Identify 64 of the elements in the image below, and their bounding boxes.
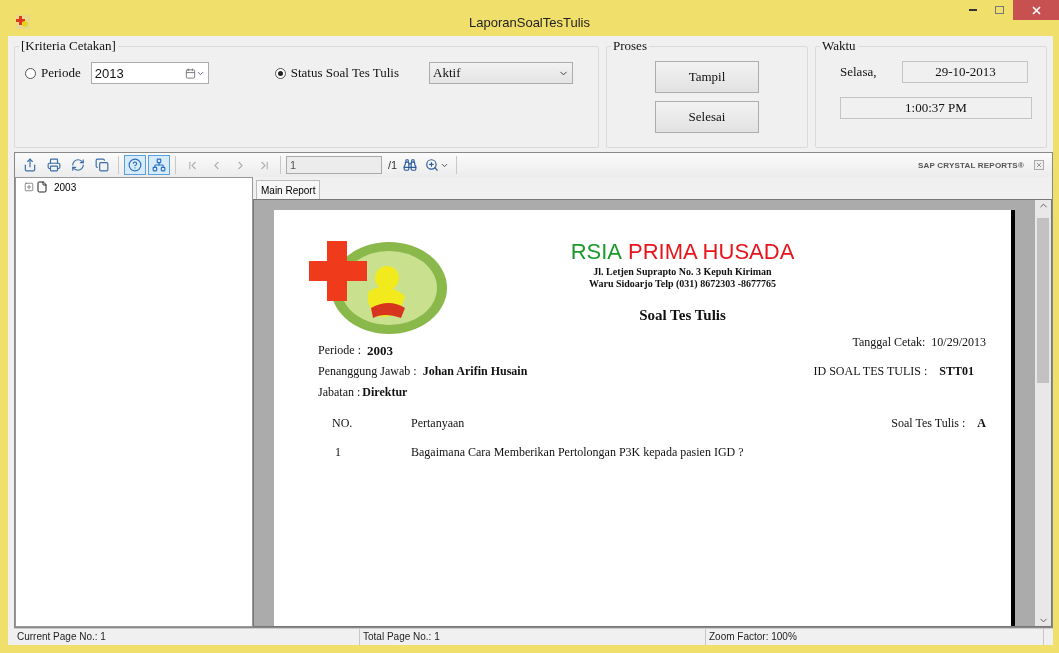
tree-button[interactable] <box>148 155 170 175</box>
app-icon <box>16 15 30 29</box>
group-title: [Kriteria Cetakan] <box>20 38 117 54</box>
refresh-icon <box>71 158 85 172</box>
radio-button[interactable] <box>25 67 36 79</box>
minimize-icon <box>968 9 977 11</box>
status-text: Current Page No.: 1 <box>14 629 360 645</box>
zoom-icon <box>425 158 440 172</box>
table-cell: Bagaimana Cara Memberikan Pertolongan P3K kepada pasien IGD ? <box>411 445 744 460</box>
page-number-field[interactable]: 1 <box>286 156 382 174</box>
group-title: Proses <box>612 38 648 54</box>
help-button[interactable] <box>124 155 146 175</box>
help-icon <box>128 158 142 172</box>
option-label: Status Soal Tes Tulis <box>290 65 400 81</box>
field-label: Jabatan : <box>318 385 361 400</box>
radio-button[interactable] <box>274 67 286 79</box>
printer-icon <box>47 158 61 172</box>
field-label: Soal Tes Tulis : <box>891 416 966 431</box>
vertical-scrollbar[interactable] <box>1035 200 1051 626</box>
address-line: Jl. Letjen Suprapto No. 3 Kepuh Kiriman <box>593 266 772 277</box>
date-field[interactable]: 2013 <box>90 62 209 84</box>
expand-icon[interactable] <box>24 182 34 192</box>
field-value: 10/29/2013 <box>931 335 986 350</box>
brand-name: RSIA <box>570 239 623 265</box>
copy-icon <box>95 158 109 172</box>
close-icon[interactable] <box>1034 160 1044 170</box>
field-label: Periode : <box>318 343 361 358</box>
address-line: Waru Sidoarjo Telp (031) 8672303 -8677765 <box>589 278 776 289</box>
brand-name: PRIMA HUSADA <box>628 239 795 265</box>
maximize-icon <box>995 6 1004 14</box>
action-button[interactable]: Tampil <box>655 61 759 93</box>
action-button[interactable]: Selesai <box>655 101 759 133</box>
status-text: Zoom Factor: 100% <box>706 629 1044 645</box>
report-tab[interactable]: Main Report <box>256 180 321 199</box>
tree-item[interactable]: 2003 <box>54 181 77 193</box>
close-button[interactable] <box>1013 0 1059 20</box>
date-display: 29-10-2013 <box>902 61 1029 83</box>
page-total: /1 <box>388 159 398 171</box>
column-header: NO. <box>332 416 354 431</box>
clock-display: 1:00:37 PM <box>840 97 1032 119</box>
close-icon <box>1031 5 1041 15</box>
status-dropdown[interactable]: Aktif <box>429 62 574 84</box>
table-cell-text: 1 <box>334 445 342 460</box>
binoculars-icon <box>403 158 418 172</box>
calendar-icon <box>184 67 196 79</box>
column-header: Pertanyaan <box>411 416 466 431</box>
field-label: ID SOAL TES TULIS : <box>813 364 928 379</box>
window-title: LaporanSoalTesTulis <box>469 14 590 30</box>
field-label: Tanggal Cetak: <box>852 335 926 350</box>
option-label: Periode <box>41 65 81 81</box>
report-title: Soal Tes Tulis <box>639 307 726 324</box>
tree-icon <box>152 158 166 172</box>
field-value: STT01 <box>939 364 974 379</box>
status-text: Total Page No.: 1 <box>360 629 706 645</box>
day-label: Selasa, <box>840 64 877 80</box>
field-value: Johan Arifin Husain <box>422 364 528 379</box>
brand-label: SAP CRYSTAL REPORTS® <box>917 160 1024 170</box>
field-value: Direktur <box>362 385 408 400</box>
group-title: Waktu <box>821 38 857 54</box>
field-label: Penanggung Jawab : <box>318 364 417 379</box>
field-value: A <box>977 416 986 431</box>
field-value: 2003 <box>367 342 393 359</box>
export-icon <box>23 158 37 172</box>
document-icon <box>36 181 48 193</box>
